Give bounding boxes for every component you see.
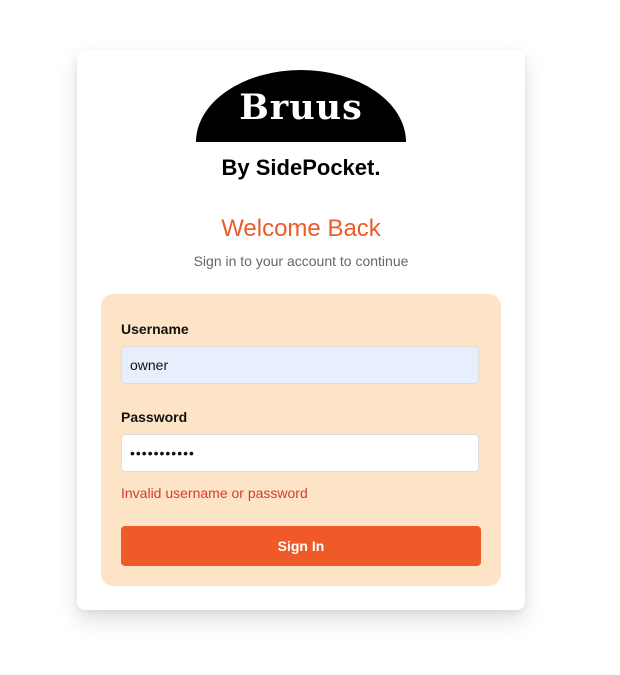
brand-subtitle: By SidePocket. [221, 155, 381, 180]
username-label: Username [121, 321, 189, 337]
sign-in-button[interactable]: Sign In [121, 526, 481, 566]
brand-logo-text: Bruus [239, 87, 363, 128]
brand-logo: Bruus [196, 70, 406, 142]
password-input[interactable] [121, 434, 479, 472]
error-message: Invalid username or password [121, 485, 308, 501]
username-input[interactable] [121, 346, 479, 384]
password-label: Password [121, 409, 188, 425]
login-form: Username Password Invalid username or pa… [101, 294, 501, 586]
login-card: Bruus By SidePocket. Welcome Back Sign i… [77, 50, 525, 610]
page-subtitle: Sign in to your account to continue [193, 253, 409, 269]
page-title: Welcome Back [221, 215, 381, 242]
